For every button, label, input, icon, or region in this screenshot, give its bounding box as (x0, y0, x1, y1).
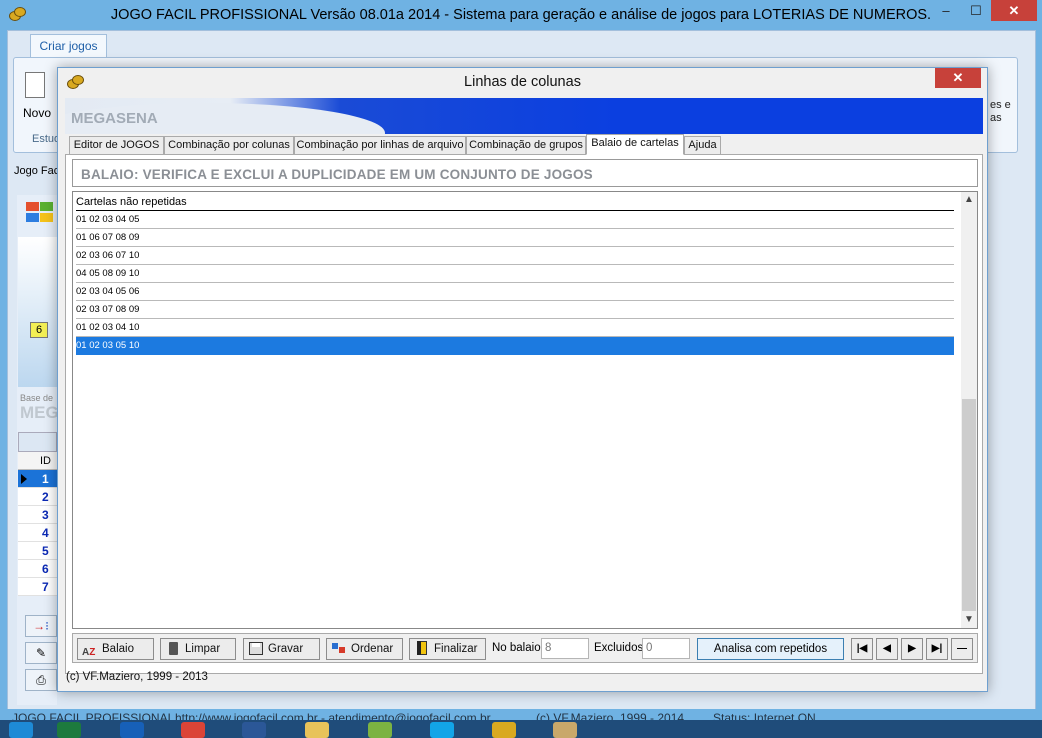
scroll-up-icon[interactable]: ▲ (961, 192, 977, 208)
left-print-icon[interactable]: ⎙ (25, 669, 57, 691)
id-row[interactable]: 4 (18, 524, 57, 542)
novo-button[interactable]: Novo (17, 62, 57, 132)
meg-label: MEG (20, 403, 59, 422)
left-add-icon[interactable]: →⁝ (25, 615, 57, 637)
jogofacil-taskbar-icon[interactable] (492, 722, 516, 738)
no-balaio-label: No balaio (492, 642, 541, 654)
list-item[interactable]: 01 06 07 08 09 (76, 229, 954, 247)
tab-balaio-de-cartelas[interactable]: Balaio de cartelas (586, 134, 684, 155)
main-window-title: JOGO FACIL PROFISSIONAL Versão 08.01a 20… (110, 7, 932, 23)
id-row[interactable]: 7 (18, 578, 57, 596)
ribbon-right-label: es e as (990, 99, 1011, 124)
dialog-close-button[interactable]: ✕ (935, 68, 981, 88)
list-rows: 01 02 03 04 05 01 06 07 08 09 02 03 06 0… (76, 211, 954, 355)
dialog-copyright: (c) VF.Maziero, 1999 - 2013 (66, 671, 208, 683)
number-badge: 6 (30, 322, 48, 338)
id-column-header: ID (18, 452, 57, 470)
excluidos-field[interactable]: 0 (642, 638, 690, 659)
chrome-icon[interactable] (181, 722, 205, 738)
excluidos-label: Excluidos (594, 642, 644, 654)
trash-icon (165, 641, 181, 655)
tab-combinacao-por-colunas[interactable]: Combinação por colunas (164, 136, 294, 155)
balaio-panel: BALAIO: VERIFICA E EXCLUI A DUPLICIDADE … (65, 154, 983, 674)
new-document-icon (25, 72, 45, 98)
outlook-icon[interactable] (120, 722, 144, 738)
scroll-thumb[interactable] (962, 399, 976, 611)
left-cloud-image (18, 237, 57, 387)
sort-az-icon: AZ (82, 647, 96, 658)
delete-record-icon[interactable]: — (951, 638, 973, 660)
novo-label: Novo (22, 106, 51, 120)
teamviewer-icon[interactable] (9, 722, 33, 738)
list-scrollbar[interactable]: ▲ ▼ (961, 192, 977, 628)
cartelas-list[interactable]: Cartelas não repetidas 01 02 03 04 05 01… (72, 191, 978, 629)
last-record-icon[interactable]: ▶| (926, 638, 948, 660)
row-pointer-icon (21, 474, 27, 484)
minimize-button[interactable]: – (931, 0, 961, 21)
windows-logo-icon[interactable] (24, 201, 56, 223)
excel-icon[interactable] (57, 722, 81, 738)
first-record-icon[interactable]: |◀ (851, 638, 873, 660)
list-item-selected[interactable]: 01 02 03 05 10 (76, 337, 954, 355)
list-item[interactable]: 02 03 06 07 10 (76, 247, 954, 265)
ordenar-button[interactable]: Ordenar (326, 638, 403, 660)
left-tool-icon[interactable]: ✎ (25, 642, 57, 664)
word-icon[interactable] (242, 722, 266, 738)
taskbar (0, 720, 1042, 738)
megasena-banner: MEGASENA (65, 98, 983, 134)
order-icon (331, 641, 347, 655)
finalizar-button[interactable]: Finalizar (409, 638, 486, 660)
maximize-button[interactable]: ☐ (961, 0, 991, 21)
ribbon-group-label: Estud (32, 133, 61, 145)
skype-icon[interactable] (430, 722, 454, 738)
dialog-title: Linhas de colunas (464, 74, 581, 90)
id-row[interactable]: 3 (18, 506, 57, 524)
list-item[interactable]: 01 02 03 04 05 (76, 211, 954, 229)
id-row[interactable]: 6 (18, 560, 57, 578)
close-main-button[interactable]: ✕ (991, 0, 1037, 21)
balaio-button[interactable]: AZ Balaio (77, 638, 154, 660)
no-balaio-field[interactable]: 8 (541, 638, 589, 659)
id-grid-toolbar (18, 432, 57, 452)
balaio-heading: BALAIO: VERIFICA E EXCLUI A DUPLICIDADE … (81, 167, 593, 182)
tab-ajuda[interactable]: Ajuda (684, 136, 721, 155)
list-item[interactable]: 01 02 03 04 10 (76, 319, 954, 337)
banner-title: MEGASENA (71, 110, 158, 127)
id-row[interactable]: 1 (18, 470, 57, 488)
balaio-heading-box: BALAIO: VERIFICA E EXCLUI A DUPLICIDADE … (72, 159, 978, 187)
left-caption: Jogo Fac (14, 165, 60, 177)
exit-door-icon (414, 641, 430, 655)
explorer-icon[interactable] (305, 722, 329, 738)
analisa-com-repetidos-button[interactable]: Analisa com repetidos (697, 638, 844, 660)
gravar-button[interactable]: Gravar (243, 638, 320, 660)
list-item[interactable]: 02 03 04 05 06 (76, 283, 954, 301)
dialog-titlebar: Linhas de colunas ✕ (58, 68, 987, 97)
linhas-de-colunas-dialog: Linhas de colunas ✕ MEGASENA Editor de J… (57, 67, 988, 692)
limpar-button[interactable]: Limpar (160, 638, 236, 660)
list-item[interactable]: 02 03 07 08 09 (76, 301, 954, 319)
id-grid: ID 1 2 3 4 5 6 7 (18, 432, 57, 596)
balaio-toolbar: AZ Balaio Limpar Gravar Ordenar Finalizar… (72, 633, 978, 663)
id-row[interactable]: 5 (18, 542, 57, 560)
tab-combinacao-por-linhas-de-arquivo[interactable]: Combinação por linhas de arquivo (294, 136, 466, 155)
save-icon (248, 641, 264, 655)
ribbon-tab-criar-jogos[interactable]: Criar jogos (30, 34, 107, 58)
paint-icon[interactable] (553, 722, 577, 738)
list-column-header: Cartelas não repetidas (76, 195, 954, 211)
list-item[interactable]: 04 05 08 09 10 (76, 265, 954, 283)
scroll-down-icon[interactable]: ▼ (961, 612, 977, 628)
network-icon[interactable] (368, 722, 392, 738)
prev-record-icon[interactable]: ◀ (876, 638, 898, 660)
base-label: Base de (20, 393, 54, 403)
tab-editor-de-jogos[interactable]: Editor de JOGOS (69, 136, 164, 155)
next-record-icon[interactable]: ▶ (901, 638, 923, 660)
id-row[interactable]: 2 (18, 488, 57, 506)
tab-combinacao-de-grupos[interactable]: Combinação de grupos (466, 136, 586, 155)
main-titlebar: JOGO FACIL PROFISSIONAL Versão 08.01a 20… (0, 0, 1042, 30)
